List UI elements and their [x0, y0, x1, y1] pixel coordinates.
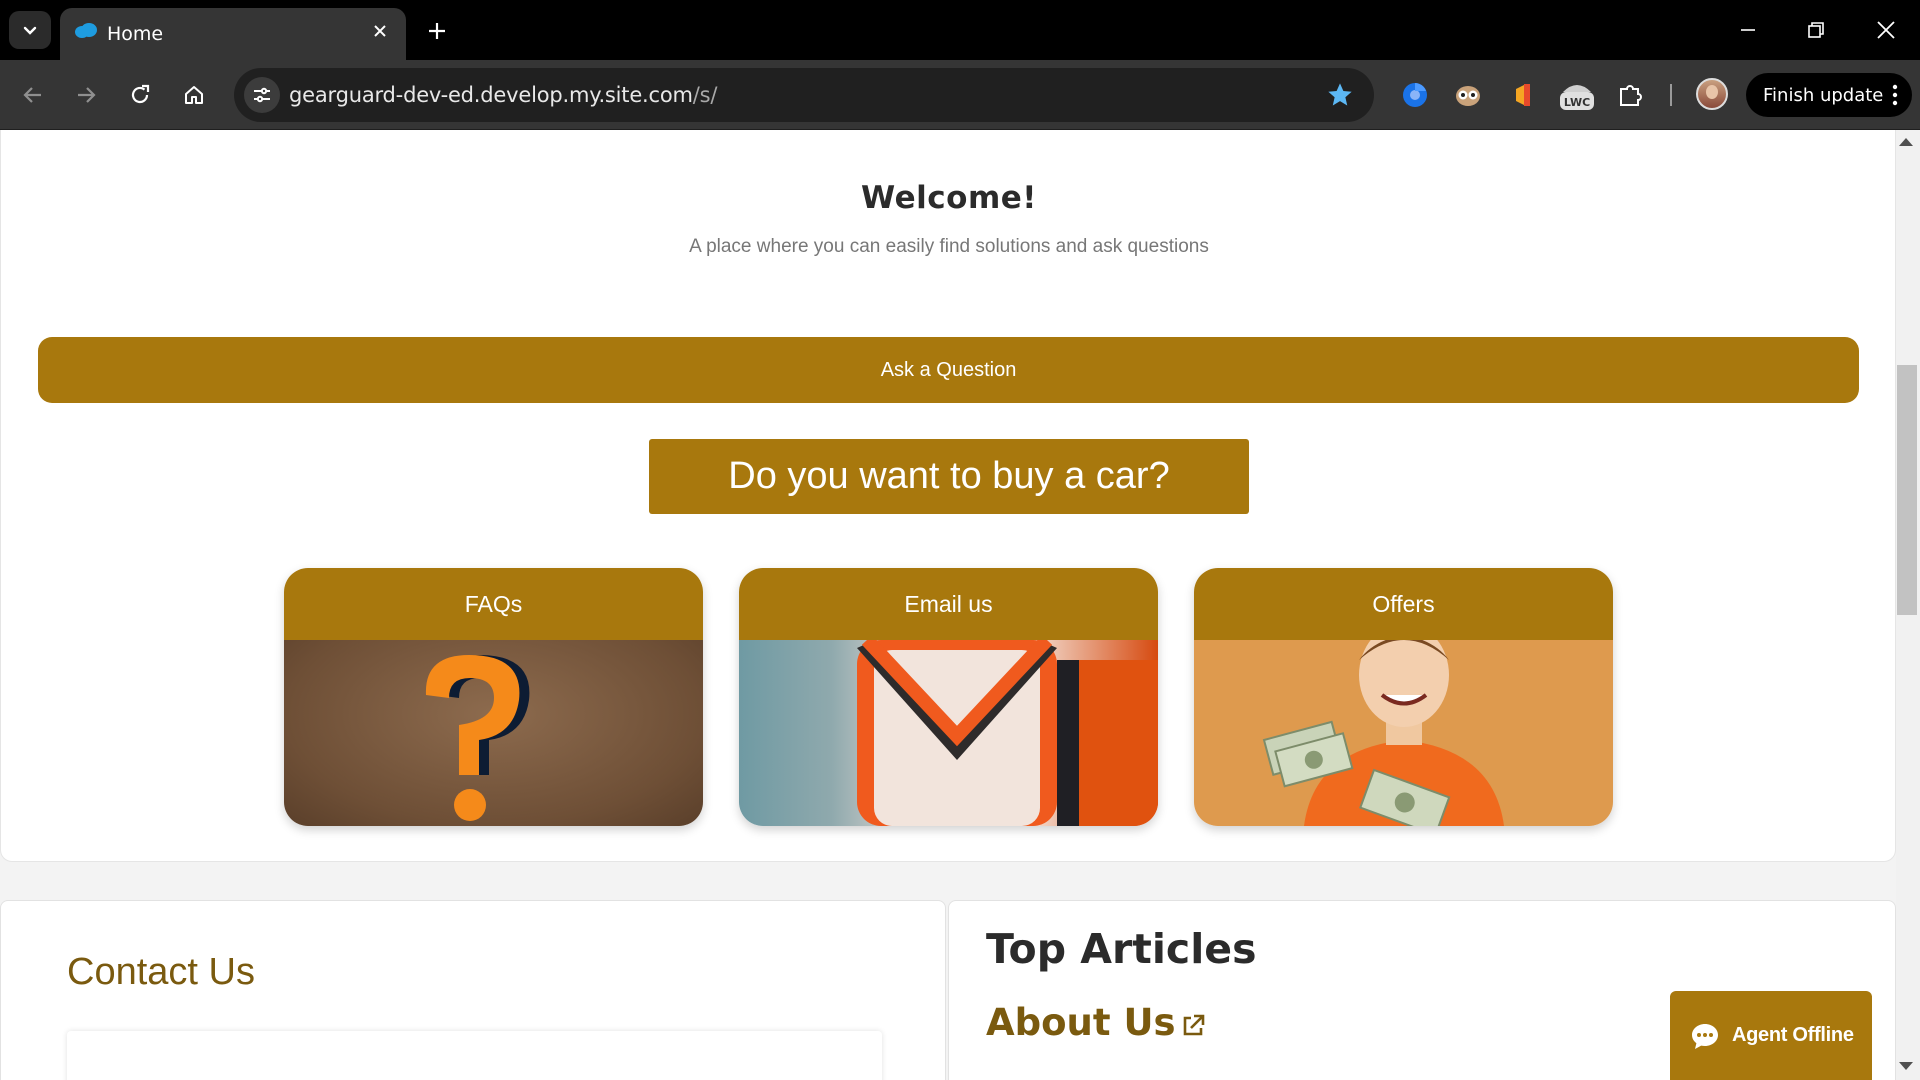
tab-strip: Home	[0, 0, 1920, 60]
close-tab-button[interactable]	[368, 19, 392, 43]
top-articles-heading: Top Articles	[986, 925, 1257, 973]
address-bar[interactable]: gearguard-dev-ed.develop.my.site.com/s/	[234, 68, 1374, 122]
close-window-button[interactable]	[1866, 12, 1906, 48]
agent-offline-label: Agent Offline	[1732, 1024, 1854, 1046]
agent-offline-chat-button[interactable]: Agent Offline	[1670, 991, 1872, 1080]
offers-tile[interactable]: Offers	[1194, 568, 1613, 826]
new-tab-button[interactable]	[420, 14, 454, 48]
hero-card: Welcome! A place where you can easily fi…	[0, 130, 1896, 862]
back-button[interactable]	[14, 76, 52, 114]
tile-title: Offers	[1194, 568, 1613, 640]
restore-button[interactable]	[1796, 12, 1836, 48]
lwc-label: LWC	[1564, 96, 1590, 109]
page-viewport: Welcome! A place where you can easily fi…	[0, 130, 1896, 1080]
minimize-button[interactable]	[1728, 12, 1768, 48]
tune-icon	[254, 87, 270, 103]
owl-icon[interactable]	[1450, 77, 1486, 113]
url-host: gearguard-dev-ed.develop.my.site.com	[289, 83, 693, 107]
browser-toolbar: gearguard-dev-ed.develop.my.site.com/s/ …	[0, 60, 1920, 130]
chromium-icon[interactable]	[1397, 77, 1433, 113]
arrow-right-icon	[78, 87, 96, 103]
more-vertical-icon	[1892, 84, 1898, 106]
profile-avatar[interactable]	[1696, 78, 1728, 110]
about-us-link[interactable]: About Us	[986, 1001, 1206, 1044]
tab-title: Home	[107, 23, 164, 45]
tab-home[interactable]: Home	[60, 8, 406, 60]
site-info-button[interactable]	[244, 77, 280, 113]
url-text: gearguard-dev-ed.develop.my.site.com/s/	[289, 83, 717, 107]
bookmark-star-icon[interactable]	[1326, 81, 1354, 109]
tile-title: Email us	[739, 568, 1158, 640]
email-us-tile[interactable]: Email us	[739, 568, 1158, 826]
puzzle-icon[interactable]	[1613, 77, 1649, 113]
close-icon	[374, 25, 386, 37]
tile-title: FAQs	[284, 568, 703, 640]
scroll-up-arrow-icon[interactable]	[1899, 138, 1913, 146]
kid-with-money-image	[1194, 640, 1613, 826]
scrollbar-thumb[interactable]	[1897, 365, 1917, 615]
url-path: /s/	[692, 83, 718, 107]
question-mark-image	[284, 640, 703, 826]
home-button[interactable]	[175, 76, 213, 114]
scroll-down-arrow-icon[interactable]	[1899, 1062, 1913, 1070]
email-envelope-image	[739, 640, 1158, 826]
faqs-tile[interactable]: FAQs	[284, 568, 703, 826]
plus-icon	[429, 23, 445, 39]
minimize-icon	[1741, 29, 1755, 31]
contact-form-panel	[67, 1031, 882, 1080]
tab-search-button[interactable]	[9, 11, 51, 49]
external-link-icon	[1183, 1014, 1204, 1036]
arrow-left-icon	[23, 87, 41, 103]
buy-car-button[interactable]: Do you want to buy a car?	[649, 439, 1249, 514]
home-icon	[185, 86, 203, 104]
forward-button[interactable]	[67, 76, 105, 114]
chat-bubble-icon	[1692, 1023, 1718, 1049]
salesforce-cloud-icon	[75, 23, 97, 38]
welcome-subtitle: A place where you can easily find soluti…	[689, 236, 1209, 257]
about-us-label: About Us	[986, 1001, 1176, 1044]
toolbar-separator	[1670, 84, 1672, 106]
contact-us-heading: Contact Us	[67, 951, 255, 993]
ask-question-button[interactable]: Ask a Question	[38, 337, 1859, 403]
restore-icon	[1808, 22, 1824, 38]
lwc-icon[interactable]: LWC	[1557, 77, 1597, 113]
finish-update-button[interactable]: Finish update	[1746, 73, 1912, 117]
finish-update-label: Finish update	[1763, 84, 1884, 106]
reload-button[interactable]	[121, 76, 159, 114]
salesforce-flag-icon[interactable]	[1505, 77, 1541, 113]
close-icon	[1877, 21, 1895, 39]
contact-us-card: Contact Us	[0, 900, 946, 1080]
chevron-down-icon	[23, 26, 37, 35]
welcome-heading: Welcome!	[861, 180, 1037, 216]
reload-icon	[131, 84, 150, 104]
